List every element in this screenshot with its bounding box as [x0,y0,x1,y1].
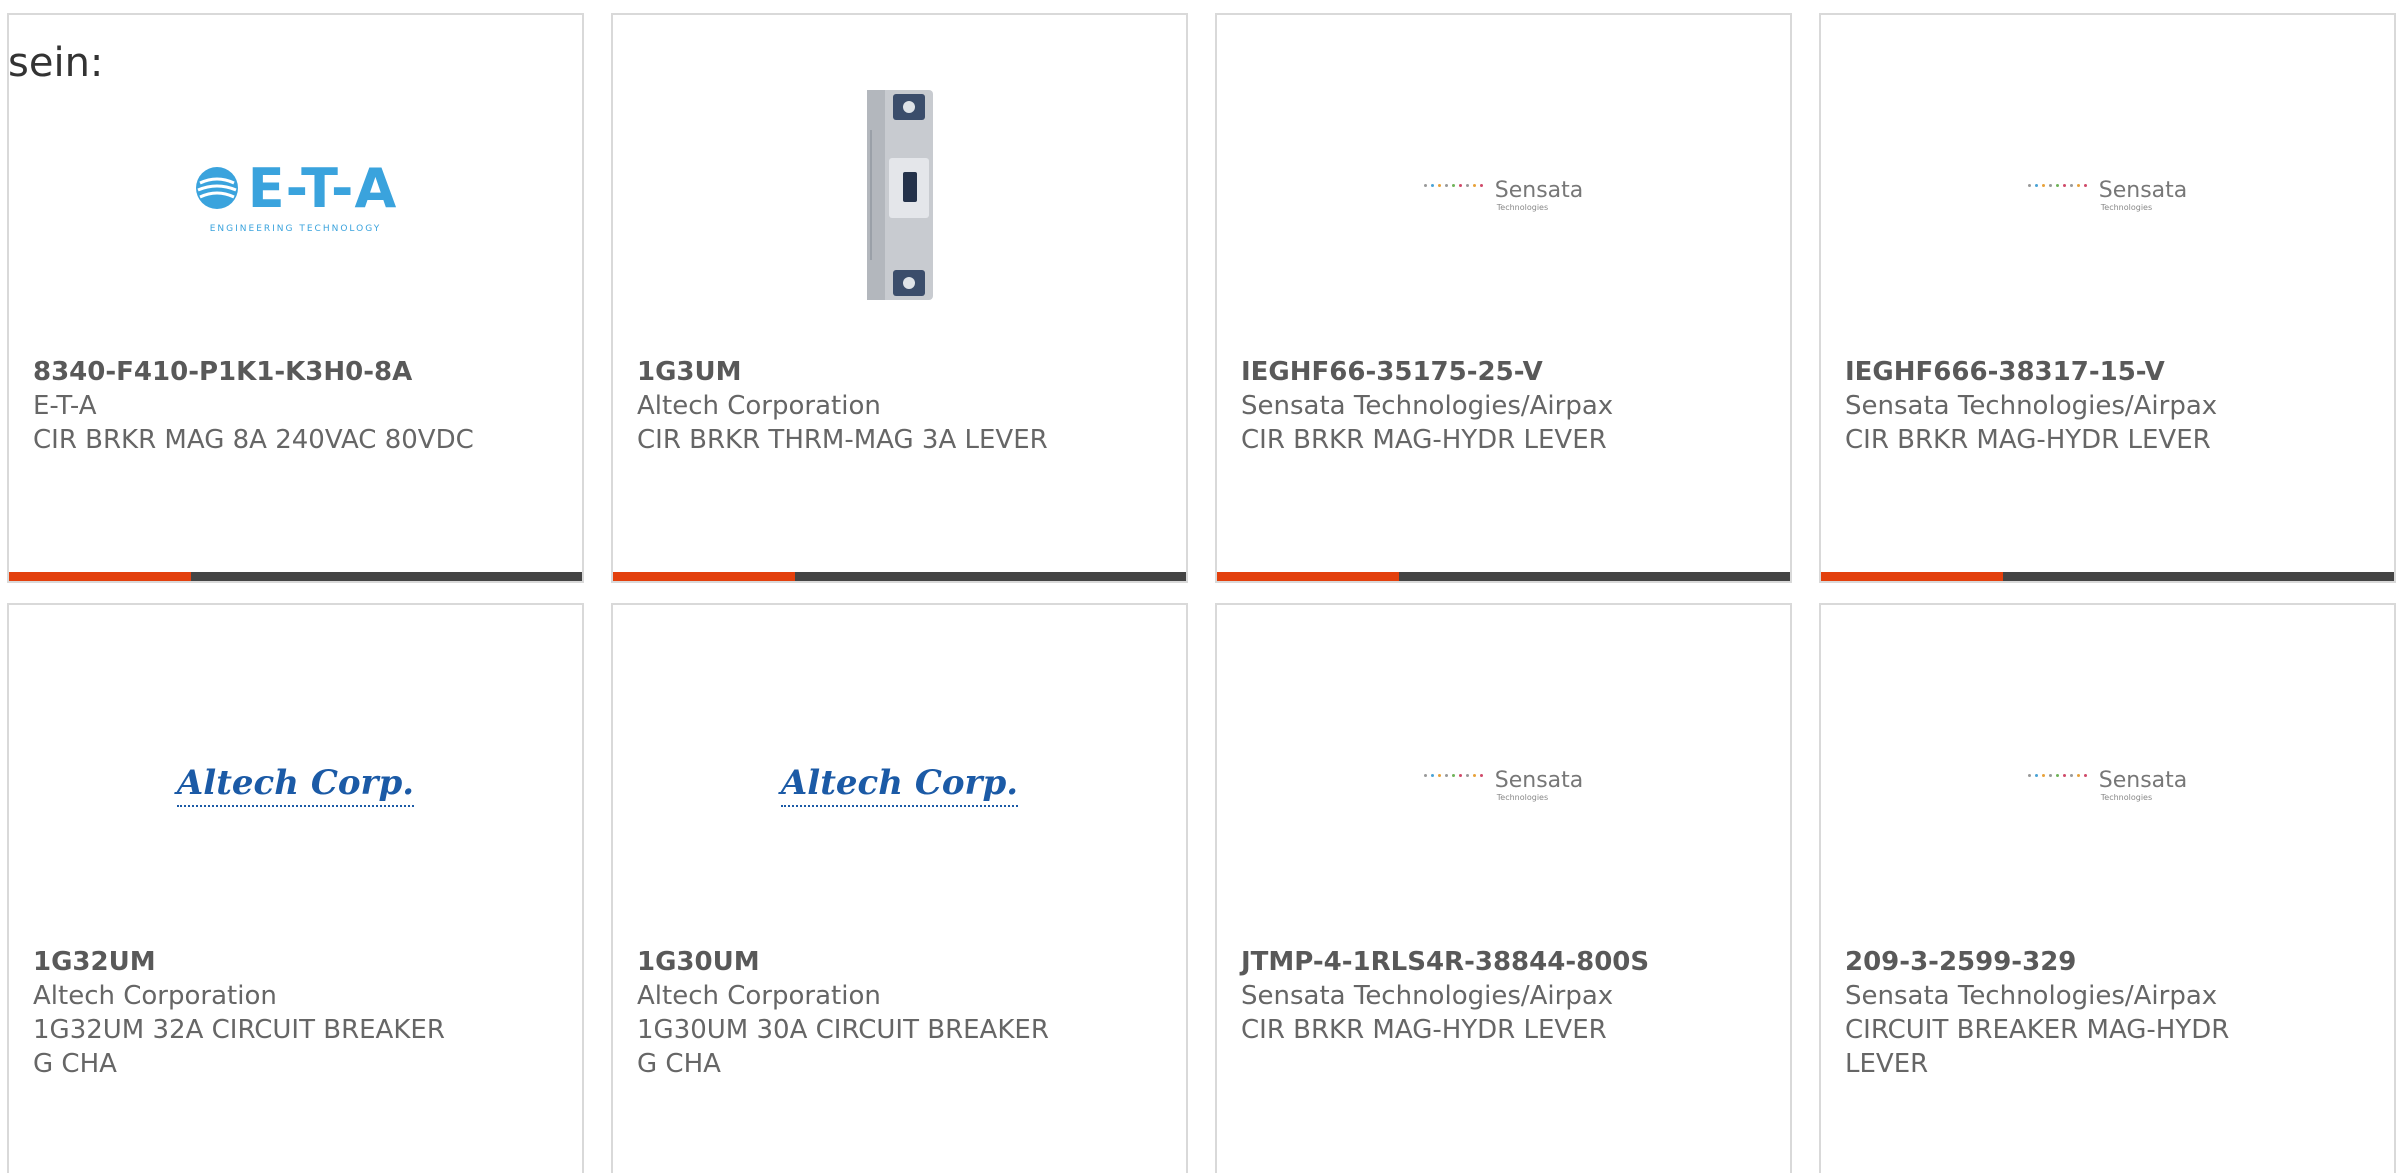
product-info: 1G3UM Altech Corporation CIR BRKR THRM-M… [637,355,1166,457]
sensata-logo: Sensata Technologies [2027,178,2188,212]
manufacturer: Sensata Technologies/Airpax [1241,391,1614,421]
sensata-logo-subtitle: Technologies [1496,203,1549,212]
sensata-logo: Sensata Technologies [1423,178,1584,212]
product-image: Sensata Technologies [1821,665,2394,905]
part-number[interactable]: 1G3UM [637,355,1166,389]
sensata-dots-icon [1423,768,1483,777]
sensata-dots-icon [2027,768,2087,777]
manufacturer: Sensata Technologies/Airpax [1845,981,2218,1011]
manufacturer: Altech Corporation [637,391,881,421]
manufacturer: Sensata Technologies/Airpax [1241,981,1614,1011]
product-info: IEGHF666-38317-15-V Sensata Technologies… [1845,355,2374,457]
eta-logo-text: E-T-A [247,156,398,220]
sensata-logo-subtitle: Technologies [2100,203,2153,212]
sensata-logo: Sensata Technologies [1423,768,1584,802]
sensata-logo-text: Sensata [2098,768,2188,793]
card-bottom-bar [9,572,582,581]
product-card[interactable]: Altech Corp. 1G32UM Altech Corporation 1… [7,603,584,1173]
product-image: Sensata Technologies [1821,75,2394,315]
description: CIR BRKR MAG-HYDR LEVER [1241,425,1607,455]
part-number[interactable]: 1G30UM [637,945,1166,979]
description: CIRCUIT BREAKER MAG-HYDR LEVER [1845,1015,2230,1079]
description: CIR BRKR THRM-MAG 3A LEVER [637,425,1048,455]
manufacturer: Altech Corporation [637,981,881,1011]
part-number[interactable]: 8340-F410-P1K1-K3H0-8A [33,355,562,389]
product-card[interactable]: Sensata Technologies 209-3-2599-329 Sens… [1819,603,2396,1173]
manufacturer: Altech Corporation [33,981,277,1011]
product-info: IEGHF66-35175-25-V Sensata Technologies/… [1241,355,1770,457]
sensata-logo-text: Sensata [1494,178,1584,203]
part-number[interactable]: JTMP-4-1RLS4R-38844-800S [1241,945,1770,979]
product-info: 8340-F410-P1K1-K3H0-8A E-T-A CIR BRKR MA… [33,355,562,457]
product-card[interactable]: Altech Corp. 1G30UM Altech Corporation 1… [611,603,1188,1173]
eta-logo: E-T-A ENGINEERING TECHNOLOGY [194,157,397,234]
sensata-dots-icon [1423,178,1483,187]
description: CIR BRKR MAG-HYDR LEVER [1845,425,2211,455]
part-number[interactable]: 209-3-2599-329 [1845,945,2374,979]
product-image: E-T-A ENGINEERING TECHNOLOGY [9,75,582,315]
product-card[interactable]: 1G3UM Altech Corporation CIR BRKR THRM-M… [611,13,1188,583]
product-card[interactable]: Sensata Technologies IEGHF66-35175-25-V … [1215,13,1792,583]
product-image: Altech Corp. [613,665,1186,905]
product-card[interactable]: Sensata Technologies JTMP-4-1RLS4R-38844… [1215,603,1792,1173]
product-info: 1G32UM Altech Corporation 1G32UM 32A CIR… [33,945,562,1081]
product-image: Sensata Technologies [1217,75,1790,315]
product-card[interactable]: E-T-A ENGINEERING TECHNOLOGY 8340-F410-P… [7,13,584,583]
part-number[interactable]: IEGHF66-35175-25-V [1241,355,1770,389]
sensata-logo-text: Sensata [1494,768,1584,793]
card-bottom-bar [613,572,1186,581]
part-number[interactable]: 1G32UM [33,945,562,979]
sensata-logo-subtitle: Technologies [1496,793,1549,802]
circuit-breaker-photo [866,90,933,300]
description: CIR BRKR MAG 8A 240VAC 80VDC [33,425,474,455]
description: CIR BRKR MAG-HYDR LEVER [1241,1015,1607,1045]
manufacturer: Sensata Technologies/Airpax [1845,391,2218,421]
product-card[interactable]: Sensata Technologies IEGHF666-38317-15-V… [1819,13,2396,583]
sensata-logo: Sensata Technologies [2027,768,2188,802]
product-image: Sensata Technologies [1217,665,1790,905]
intro-text: sein: [8,40,104,86]
altech-logo: Altech Corp. [780,763,1019,807]
product-image: Altech Corp. [9,665,582,905]
card-bottom-bar [1217,572,1790,581]
sensata-logo-subtitle: Technologies [2100,793,2153,802]
description: 1G30UM 30A CIRCUIT BREAKER G CHA [637,1015,1049,1079]
product-image [613,75,1186,315]
sensata-dots-icon [2027,178,2087,187]
eta-logo-subtitle: ENGINEERING TECHNOLOGY [209,223,382,234]
description: 1G32UM 32A CIRCUIT BREAKER G CHA [33,1015,445,1079]
globe-icon [195,167,238,209]
product-info: 209-3-2599-329 Sensata Technologies/Airp… [1845,945,2374,1081]
product-info: JTMP-4-1RLS4R-38844-800S Sensata Technol… [1241,945,1770,1047]
part-number[interactable]: IEGHF666-38317-15-V [1845,355,2374,389]
sensata-logo-text: Sensata [2098,178,2188,203]
manufacturer: E-T-A [33,391,97,421]
product-info: 1G30UM Altech Corporation 1G30UM 30A CIR… [637,945,1166,1081]
altech-logo: Altech Corp. [176,763,415,807]
card-bottom-bar [1821,572,2394,581]
